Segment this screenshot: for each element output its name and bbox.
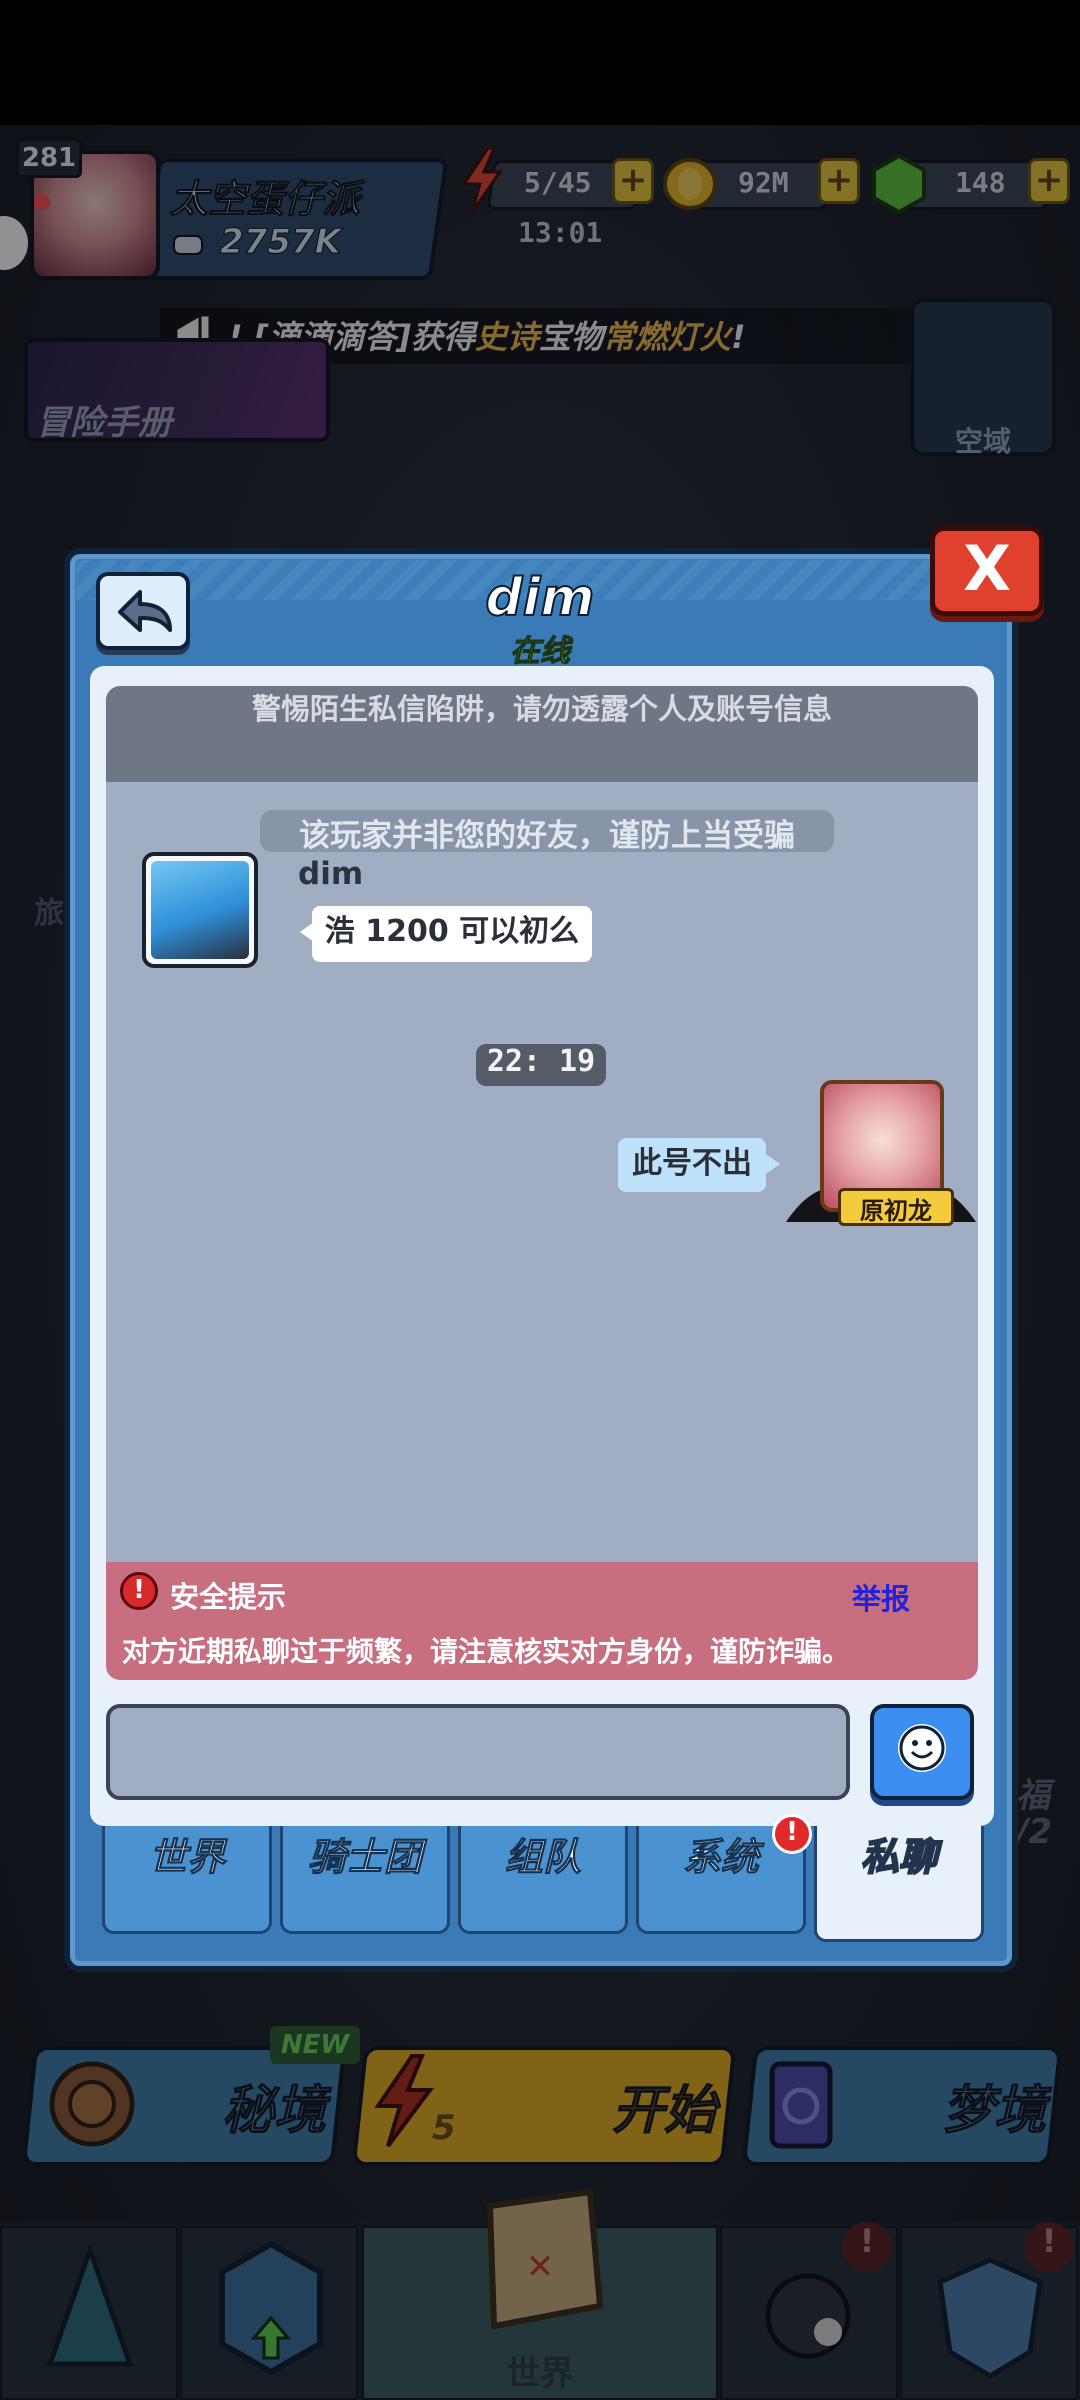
safety-title: 安全提示 — [170, 1580, 287, 1614]
status-bar — [0, 0, 1080, 125]
incoming-message[interactable]: 浩 1200 可以初么 — [312, 906, 592, 962]
scam-warning-banner: 警惕陌生私信陷阱，请勿透露个人及账号信息 — [106, 686, 978, 782]
message-timestamp: 22: 19 — [476, 1044, 606, 1086]
sender-name: dim — [298, 856, 364, 892]
sender-avatar[interactable] — [142, 852, 258, 968]
tab-team[interactable]: 组队 — [458, 1826, 628, 1934]
self-title-tag: 原初龙 — [838, 1188, 954, 1226]
tab-private-chat[interactable]: 私聊 — [814, 1826, 984, 1942]
alert-icon: ! — [120, 1572, 158, 1610]
safety-message: 对方近期私聊过于频繁，请注意核实对方身份，谨防诈骗。 — [122, 1635, 851, 1668]
report-button[interactable]: 举报 — [852, 1576, 910, 1618]
not-friend-notice: 该玩家并非您的好友，谨防上当受骗 — [260, 810, 834, 854]
tab-knights[interactable]: 骑士团 — [280, 1826, 450, 1934]
online-status: 在线 — [510, 634, 571, 670]
chat-partner-name: dim — [484, 567, 595, 629]
system-tab-alert-icon: ! — [772, 1814, 812, 1854]
outgoing-message[interactable]: 此号不出 — [618, 1138, 766, 1192]
chat-input[interactable] — [106, 1704, 850, 1800]
tab-world[interactable]: 世界 — [102, 1826, 272, 1934]
sender-avatar-image — [151, 861, 249, 959]
smiley-icon — [898, 1724, 946, 1772]
bubble-tail — [766, 1154, 780, 1174]
